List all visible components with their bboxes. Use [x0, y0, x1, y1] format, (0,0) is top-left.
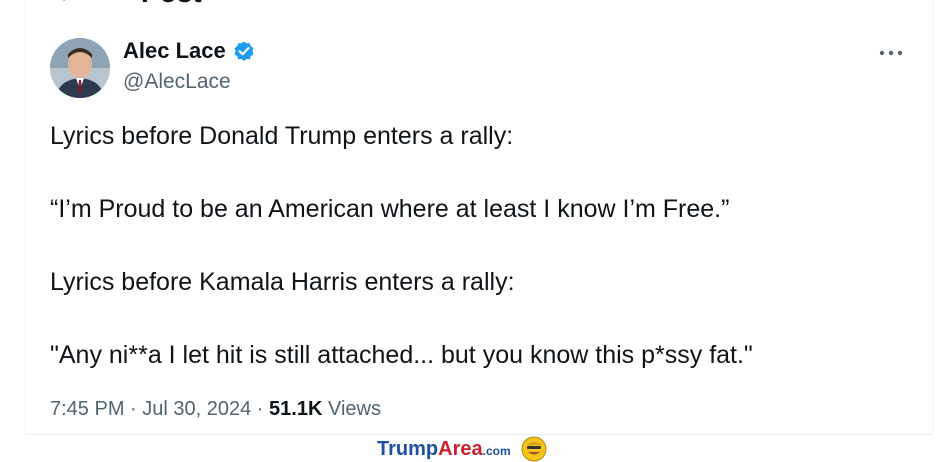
views-count[interactable]: 51.1K	[269, 398, 322, 420]
tweet-time[interactable]: 7:45 PM	[50, 398, 124, 420]
tweet-paragraph: Lyrics before Kamala Harris enters a ral…	[50, 268, 515, 296]
meta-separator: ·	[251, 398, 270, 420]
tweet-paragraph: “I’m Proud to be an American where at le…	[50, 195, 730, 223]
author-name-row: Alec Lace	[123, 38, 256, 64]
author-display-name[interactable]: Alec Lace	[123, 38, 226, 64]
avatar[interactable]	[50, 38, 110, 98]
author-handle[interactable]: @AlecLace	[123, 70, 231, 94]
views-label: Views	[322, 398, 381, 420]
watermark-text: TrumpArea.com	[377, 437, 511, 460]
tweet-meta: 7:45 PM · Jul 30, 2024 · 51.1K Views	[50, 398, 381, 421]
meta-separator: ·	[124, 398, 143, 420]
tweet-paragraph: Lyrics before Donald Trump enters a rall…	[50, 122, 514, 150]
page-title: Post	[141, 0, 202, 9]
site-watermark: TrumpArea.com	[377, 436, 547, 462]
tweet-date[interactable]: Jul 30, 2024	[142, 398, 251, 420]
tweet-paragraph: "Any ni**a I let hit is still attached..…	[50, 341, 753, 369]
tweet-text: Lyrics before Donald Trump enters a rall…	[50, 118, 910, 410]
more-horizontal-icon[interactable]	[876, 40, 906, 66]
back-arrow-icon[interactable]: ←	[55, 0, 81, 9]
verified-badge-icon	[234, 41, 254, 61]
top-bar: ← Post	[55, 0, 202, 8]
smiley-face-icon	[521, 436, 547, 462]
